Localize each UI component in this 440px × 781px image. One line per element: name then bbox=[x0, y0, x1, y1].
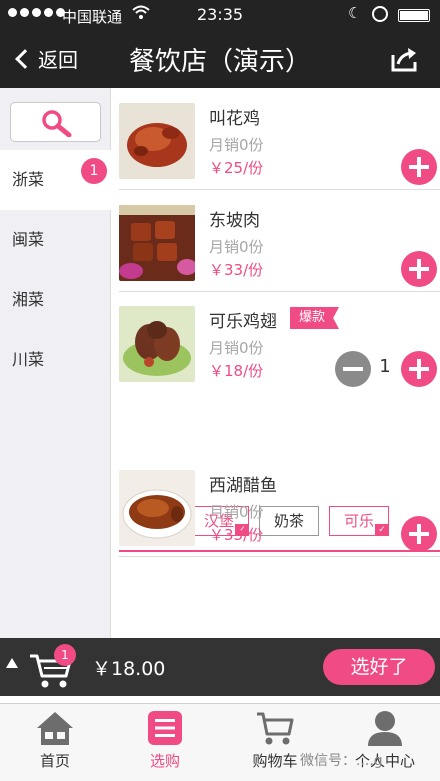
tab-home[interactable]: 首页 bbox=[0, 704, 110, 781]
tab-label: 选购 bbox=[149, 752, 180, 770]
divider bbox=[119, 291, 440, 292]
sidebar-item-label: 川菜 bbox=[12, 350, 45, 369]
sidebar-item-label: 湘菜 bbox=[12, 290, 45, 309]
dish-photo bbox=[119, 306, 195, 382]
share-icon bbox=[391, 48, 417, 72]
add-to-cart-button[interactable] bbox=[401, 251, 437, 287]
cart-bar: 1 ￥18.00 选好了 bbox=[0, 638, 440, 696]
sidebar-item-sichuan[interactable]: 川菜 bbox=[0, 330, 110, 390]
quantity-value: 1 bbox=[379, 356, 391, 377]
home-icon bbox=[37, 712, 73, 745]
sidebar-item-fujian[interactable]: 闽菜 bbox=[0, 210, 110, 270]
add-to-cart-button[interactable] bbox=[401, 351, 437, 387]
sidebar-item-zhejiang[interactable]: 浙菜 1 bbox=[0, 150, 111, 210]
tab-shop[interactable]: 选购 bbox=[110, 704, 220, 781]
decrease-quantity-button[interactable] bbox=[335, 351, 371, 387]
combo-option-milk-tea[interactable]: 奶茶 bbox=[259, 506, 319, 536]
person-icon bbox=[368, 711, 402, 746]
nav-bar: 返回 餐饮店（演示） bbox=[0, 30, 440, 88]
dish-photo bbox=[119, 103, 195, 179]
combo-option-label: 奶茶 bbox=[273, 512, 304, 530]
add-to-cart-button[interactable] bbox=[401, 516, 437, 552]
sidebar-item-hunan[interactable]: 湘菜 bbox=[0, 270, 110, 330]
dish-name: 可乐鸡翅 bbox=[209, 312, 277, 332]
dish-price: ￥33/份 bbox=[209, 261, 264, 279]
dish-price: ￥33/份 bbox=[209, 526, 264, 544]
monthly-sales: 月销0份 bbox=[209, 238, 264, 256]
dish-name: 叫花鸡 bbox=[209, 109, 260, 129]
checkout-button[interactable]: 选好了 bbox=[323, 649, 435, 685]
add-to-cart-button[interactable] bbox=[401, 149, 437, 185]
category-sidebar: 浙菜 1 闽菜 湘菜 川菜 bbox=[0, 88, 111, 638]
cart-count-badge: 1 bbox=[54, 644, 76, 666]
tab-label: 首页 bbox=[39, 752, 70, 770]
monthly-sales: 月销0份 bbox=[209, 136, 264, 154]
dish-name: 西湖醋鱼 bbox=[209, 476, 277, 496]
moon-icon: ☾ bbox=[348, 4, 362, 22]
sidebar-item-label: 闽菜 bbox=[12, 230, 45, 249]
share-button[interactable] bbox=[390, 45, 420, 73]
battery-icon bbox=[398, 9, 430, 22]
divider bbox=[119, 189, 440, 190]
watermark: 微信号：....g bbox=[300, 753, 383, 769]
divider bbox=[119, 556, 440, 557]
page-title: 餐饮店（演示） bbox=[128, 47, 311, 77]
menu-list-icon bbox=[148, 711, 182, 745]
cart-icon bbox=[257, 712, 294, 745]
hot-badge: 爆款 bbox=[290, 307, 340, 329]
check-icon: ✓ bbox=[375, 524, 389, 536]
dish-list: 叫花鸡 月销0份 ￥25/份 东坡肉 月销0份 ￥33/份 可乐鸡翅 爆款 月销… bbox=[111, 88, 440, 638]
cart-total: ￥18.00 bbox=[92, 658, 166, 680]
search-button[interactable] bbox=[10, 102, 101, 142]
dish-price: ￥25/份 bbox=[209, 159, 264, 177]
combo-option-label: 可乐 bbox=[343, 512, 374, 530]
rotation-lock-icon bbox=[372, 6, 388, 22]
dish-price: ￥18/份 bbox=[209, 362, 264, 380]
status-bar: 中国联通 23:35 ☾ bbox=[0, 0, 440, 30]
monthly-sales: 月销0份 bbox=[209, 503, 264, 521]
category-count-badge: 1 bbox=[81, 158, 107, 184]
search-icon bbox=[42, 110, 72, 137]
dish-photo bbox=[119, 470, 195, 546]
dish-name: 东坡肉 bbox=[209, 211, 260, 231]
sidebar-item-label: 浙菜 bbox=[12, 170, 45, 189]
combo-option-cola[interactable]: 可乐 ✓ bbox=[329, 506, 389, 536]
dish-photo bbox=[119, 205, 195, 281]
divider bbox=[119, 550, 440, 552]
monthly-sales: 月销0份 bbox=[209, 339, 264, 357]
expand-cart-icon[interactable] bbox=[6, 658, 18, 668]
